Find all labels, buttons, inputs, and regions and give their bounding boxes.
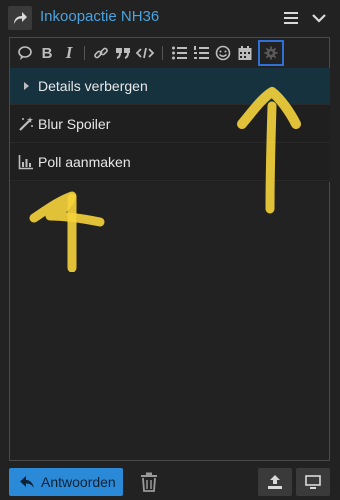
bar-chart-icon bbox=[18, 154, 34, 170]
emoji-icon[interactable] bbox=[214, 44, 232, 62]
share-button[interactable] bbox=[8, 6, 32, 30]
blockquote-icon[interactable] bbox=[114, 44, 132, 62]
gear-icon bbox=[264, 46, 278, 60]
reply-arrow-icon bbox=[20, 476, 34, 488]
calendar-icon[interactable] bbox=[236, 44, 254, 62]
toolbar-options-menu: Details verbergen Blur Spoiler Poll aanm… bbox=[10, 68, 330, 182]
toggle-preview-button[interactable] bbox=[296, 468, 330, 496]
bullet-list-icon[interactable] bbox=[170, 44, 188, 62]
code-icon[interactable] bbox=[136, 44, 154, 62]
quote-bubble-icon[interactable] bbox=[16, 44, 34, 62]
composer-editor[interactable]: B I Details verbergen Blur Spoiler Poll … bbox=[9, 37, 330, 461]
menu-item-blur-spoiler[interactable]: Blur Spoiler bbox=[10, 106, 330, 143]
magic-wand-icon bbox=[18, 116, 34, 132]
toolbar-divider bbox=[162, 46, 163, 60]
options-gear-button[interactable] bbox=[258, 40, 284, 66]
composer-footer: Antwoorden bbox=[0, 466, 340, 500]
menu-item-label: Details verbergen bbox=[38, 78, 148, 94]
numbered-list-icon[interactable] bbox=[192, 44, 210, 62]
reply-button[interactable]: Antwoorden bbox=[9, 468, 123, 496]
caret-right-icon bbox=[18, 78, 34, 94]
toolbar-divider bbox=[84, 46, 85, 60]
bold-icon[interactable]: B bbox=[38, 44, 56, 62]
formatting-toolbar: B I bbox=[10, 38, 329, 68]
italic-icon[interactable]: I bbox=[60, 43, 78, 62]
link-icon[interactable] bbox=[92, 44, 110, 62]
menu-item-details-verbergen[interactable]: Details verbergen bbox=[10, 68, 330, 105]
trash-icon[interactable] bbox=[140, 472, 158, 492]
reply-label: Antwoorden bbox=[41, 474, 116, 490]
chevron-down-icon[interactable] bbox=[310, 10, 328, 26]
composer-header: Inkoopactie NH36 bbox=[0, 0, 340, 36]
menu-item-label: Blur Spoiler bbox=[38, 116, 111, 132]
menu-item-label: Poll aanmaken bbox=[38, 154, 131, 170]
menu-item-poll-aanmaken[interactable]: Poll aanmaken bbox=[10, 144, 330, 181]
upload-icon bbox=[268, 475, 282, 489]
share-arrow-icon bbox=[14, 12, 27, 24]
desktop-icon bbox=[305, 475, 321, 489]
topic-title[interactable]: Inkoopactie NH36 bbox=[40, 8, 159, 25]
hamburger-icon[interactable] bbox=[282, 10, 300, 26]
upload-button[interactable] bbox=[258, 468, 292, 496]
